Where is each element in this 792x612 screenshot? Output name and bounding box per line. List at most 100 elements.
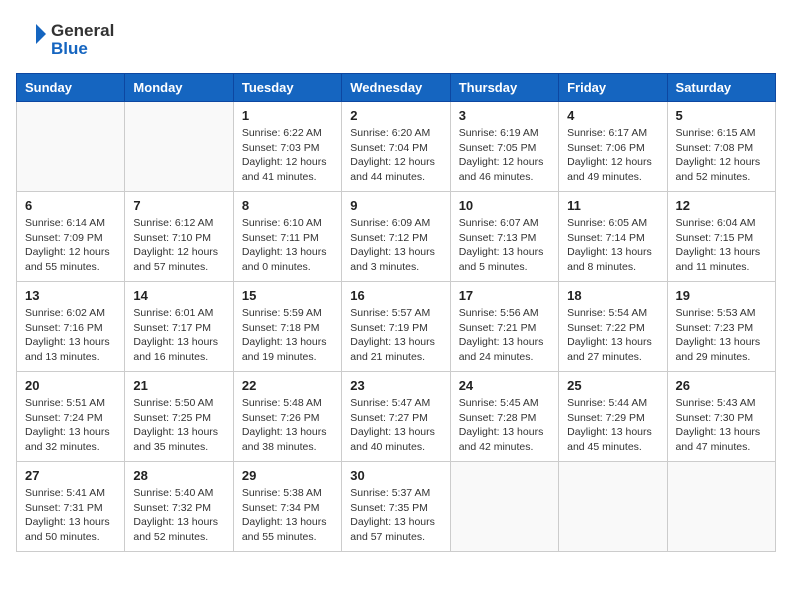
svg-text:Blue: Blue bbox=[51, 39, 88, 58]
day-info: Sunrise: 6:14 AM Sunset: 7:09 PM Dayligh… bbox=[25, 216, 116, 275]
svg-text:General: General bbox=[51, 21, 114, 40]
day-info: Sunrise: 5:50 AM Sunset: 7:25 PM Dayligh… bbox=[133, 396, 224, 455]
calendar-cell bbox=[17, 102, 125, 192]
day-info: Sunrise: 5:47 AM Sunset: 7:27 PM Dayligh… bbox=[350, 396, 441, 455]
day-number: 12 bbox=[676, 198, 767, 213]
calendar-cell: 11 Sunrise: 6:05 AM Sunset: 7:14 PM Dayli… bbox=[559, 192, 667, 282]
calendar-cell: 17 Sunrise: 5:56 AM Sunset: 7:21 PM Dayli… bbox=[450, 282, 558, 372]
weekday-header-tuesday: Tuesday bbox=[233, 74, 341, 102]
weekday-header-friday: Friday bbox=[559, 74, 667, 102]
weekday-header-wednesday: Wednesday bbox=[342, 74, 450, 102]
day-info: Sunrise: 6:09 AM Sunset: 7:12 PM Dayligh… bbox=[350, 216, 441, 275]
day-number: 26 bbox=[676, 378, 767, 393]
calendar-cell: 28 Sunrise: 5:40 AM Sunset: 7:32 PM Dayli… bbox=[125, 462, 233, 552]
day-info: Sunrise: 6:02 AM Sunset: 7:16 PM Dayligh… bbox=[25, 306, 116, 365]
calendar-cell: 27Sunrise: 5:41 AM Sunset: 7:31 PM Dayli… bbox=[17, 462, 125, 552]
day-info: Sunrise: 6:12 AM Sunset: 7:10 PM Dayligh… bbox=[133, 216, 224, 275]
calendar-cell: 22Sunrise: 5:48 AM Sunset: 7:26 PM Dayli… bbox=[233, 372, 341, 462]
day-number: 25 bbox=[567, 378, 658, 393]
day-number: 24 bbox=[459, 378, 550, 393]
day-number: 18 bbox=[567, 288, 658, 303]
weekday-header-saturday: Saturday bbox=[667, 74, 775, 102]
calendar-cell: 3Sunrise: 6:19 AM Sunset: 7:05 PM Daylig… bbox=[450, 102, 558, 192]
day-number: 7 bbox=[133, 198, 224, 213]
calendar-cell: 20Sunrise: 5:51 AM Sunset: 7:24 PM Dayli… bbox=[17, 372, 125, 462]
calendar-cell: 7 Sunrise: 6:12 AM Sunset: 7:10 PM Daylig… bbox=[125, 192, 233, 282]
logo: GeneralBlue bbox=[16, 16, 126, 61]
calendar-cell: 1Sunrise: 6:22 AM Sunset: 7:03 PM Daylig… bbox=[233, 102, 341, 192]
day-number: 6 bbox=[25, 198, 116, 213]
day-info: Sunrise: 5:54 AM Sunset: 7:22 PM Dayligh… bbox=[567, 306, 658, 365]
week-row-0: 1Sunrise: 6:22 AM Sunset: 7:03 PM Daylig… bbox=[17, 102, 776, 192]
calendar-cell: 18 Sunrise: 5:54 AM Sunset: 7:22 PM Dayli… bbox=[559, 282, 667, 372]
day-number: 14 bbox=[133, 288, 224, 303]
day-info: Sunrise: 5:44 AM Sunset: 7:29 PM Dayligh… bbox=[567, 396, 658, 455]
day-number: 13 bbox=[25, 288, 116, 303]
day-info: Sunrise: 5:45 AM Sunset: 7:28 PM Dayligh… bbox=[459, 396, 550, 455]
day-info: Sunrise: 5:57 AM Sunset: 7:19 PM Dayligh… bbox=[350, 306, 441, 365]
day-number: 16 bbox=[350, 288, 441, 303]
calendar-cell: 6 Sunrise: 6:14 AM Sunset: 7:09 PM Daylig… bbox=[17, 192, 125, 282]
week-row-1: 6 Sunrise: 6:14 AM Sunset: 7:09 PM Daylig… bbox=[17, 192, 776, 282]
calendar-cell: 16 Sunrise: 5:57 AM Sunset: 7:19 PM Dayli… bbox=[342, 282, 450, 372]
day-number: 15 bbox=[242, 288, 333, 303]
day-number: 11 bbox=[567, 198, 658, 213]
day-number: 30 bbox=[350, 468, 441, 483]
week-row-2: 13 Sunrise: 6:02 AM Sunset: 7:16 PM Dayli… bbox=[17, 282, 776, 372]
calendar-cell: 26Sunrise: 5:43 AM Sunset: 7:30 PM Dayli… bbox=[667, 372, 775, 462]
weekday-row: SundayMondayTuesdayWednesdayThursdayFrid… bbox=[17, 74, 776, 102]
day-info: Sunrise: 6:04 AM Sunset: 7:15 PM Dayligh… bbox=[676, 216, 767, 275]
calendar-cell bbox=[450, 462, 558, 552]
day-info: Sunrise: 5:41 AM Sunset: 7:31 PM Dayligh… bbox=[25, 486, 116, 545]
day-number: 1 bbox=[242, 108, 333, 123]
day-info: Sunrise: 6:01 AM Sunset: 7:17 PM Dayligh… bbox=[133, 306, 224, 365]
calendar-cell: 8 Sunrise: 6:10 AM Sunset: 7:11 PM Daylig… bbox=[233, 192, 341, 282]
calendar-cell: 19 Sunrise: 5:53 AM Sunset: 7:23 PM Dayli… bbox=[667, 282, 775, 372]
day-number: 17 bbox=[459, 288, 550, 303]
day-info: Sunrise: 6:17 AM Sunset: 7:06 PM Dayligh… bbox=[567, 126, 658, 185]
logo-svg: GeneralBlue bbox=[16, 16, 126, 61]
day-info: Sunrise: 6:19 AM Sunset: 7:05 PM Dayligh… bbox=[459, 126, 550, 185]
day-info: Sunrise: 6:07 AM Sunset: 7:13 PM Dayligh… bbox=[459, 216, 550, 275]
calendar-cell: 12 Sunrise: 6:04 AM Sunset: 7:15 PM Dayli… bbox=[667, 192, 775, 282]
calendar-header: SundayMondayTuesdayWednesdayThursdayFrid… bbox=[17, 74, 776, 102]
calendar-cell: 10 Sunrise: 6:07 AM Sunset: 7:13 PM Dayli… bbox=[450, 192, 558, 282]
day-number: 10 bbox=[459, 198, 550, 213]
day-info: Sunrise: 6:05 AM Sunset: 7:14 PM Dayligh… bbox=[567, 216, 658, 275]
day-number: 23 bbox=[350, 378, 441, 393]
day-info: Sunrise: 5:40 AM Sunset: 7:32 PM Dayligh… bbox=[133, 486, 224, 545]
calendar-cell: 23 Sunrise: 5:47 AM Sunset: 7:27 PM Dayli… bbox=[342, 372, 450, 462]
page-header: GeneralBlue bbox=[16, 16, 776, 61]
calendar-cell: 15Sunrise: 5:59 AM Sunset: 7:18 PM Dayli… bbox=[233, 282, 341, 372]
day-info: Sunrise: 5:53 AM Sunset: 7:23 PM Dayligh… bbox=[676, 306, 767, 365]
day-number: 22 bbox=[242, 378, 333, 393]
day-info: Sunrise: 6:20 AM Sunset: 7:04 PM Dayligh… bbox=[350, 126, 441, 185]
day-number: 19 bbox=[676, 288, 767, 303]
calendar-cell: 30Sunrise: 5:37 AM Sunset: 7:35 PM Dayli… bbox=[342, 462, 450, 552]
calendar-cell bbox=[559, 462, 667, 552]
day-number: 5 bbox=[676, 108, 767, 123]
day-number: 4 bbox=[567, 108, 658, 123]
calendar-cell: 9Sunrise: 6:09 AM Sunset: 7:12 PM Daylig… bbox=[342, 192, 450, 282]
calendar-table: SundayMondayTuesdayWednesdayThursdayFrid… bbox=[16, 73, 776, 552]
calendar-body: 1Sunrise: 6:22 AM Sunset: 7:03 PM Daylig… bbox=[17, 102, 776, 552]
calendar-cell: 5 Sunrise: 6:15 AM Sunset: 7:08 PM Daylig… bbox=[667, 102, 775, 192]
weekday-header-thursday: Thursday bbox=[450, 74, 558, 102]
calendar-cell: 14 Sunrise: 6:01 AM Sunset: 7:17 PM Dayli… bbox=[125, 282, 233, 372]
day-number: 29 bbox=[242, 468, 333, 483]
day-info: Sunrise: 6:10 AM Sunset: 7:11 PM Dayligh… bbox=[242, 216, 333, 275]
day-number: 21 bbox=[133, 378, 224, 393]
calendar-cell: 25 Sunrise: 5:44 AM Sunset: 7:29 PM Dayli… bbox=[559, 372, 667, 462]
calendar-cell: 13 Sunrise: 6:02 AM Sunset: 7:16 PM Dayli… bbox=[17, 282, 125, 372]
calendar-cell: 29Sunrise: 5:38 AM Sunset: 7:34 PM Dayli… bbox=[233, 462, 341, 552]
weekday-header-sunday: Sunday bbox=[17, 74, 125, 102]
calendar-cell: 21 Sunrise: 5:50 AM Sunset: 7:25 PM Dayli… bbox=[125, 372, 233, 462]
calendar-cell: 4 Sunrise: 6:17 AM Sunset: 7:06 PM Daylig… bbox=[559, 102, 667, 192]
weekday-header-monday: Monday bbox=[125, 74, 233, 102]
day-info: Sunrise: 5:56 AM Sunset: 7:21 PM Dayligh… bbox=[459, 306, 550, 365]
day-info: Sunrise: 6:15 AM Sunset: 7:08 PM Dayligh… bbox=[676, 126, 767, 185]
day-number: 28 bbox=[133, 468, 224, 483]
day-number: 8 bbox=[242, 198, 333, 213]
calendar-cell bbox=[125, 102, 233, 192]
week-row-4: 27Sunrise: 5:41 AM Sunset: 7:31 PM Dayli… bbox=[17, 462, 776, 552]
